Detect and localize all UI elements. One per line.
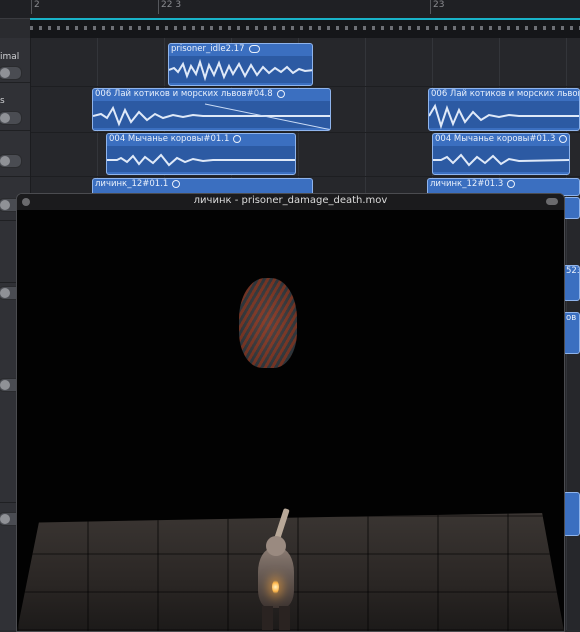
status-circle-icon <box>559 134 568 143</box>
audio-region[interactable]: ов <box>563 312 580 354</box>
dying-creature <box>239 278 297 368</box>
track-header[interactable]: imal <box>0 38 30 83</box>
region-title: 006 Лай котиков и морских львов#04.8 <box>95 89 285 99</box>
audio-region[interactable]: 004 Мычанье коровы#01.1 <box>106 133 296 175</box>
region-title: 006 Лай котиков и морских львов# <box>431 89 580 99</box>
region-title: 004 Мычанье коровы#01.1 <box>109 134 242 144</box>
region-title: 004 Мычанье коровы#01.3 <box>435 134 568 144</box>
ruler-tick: 23 <box>429 0 445 14</box>
region-title: ов <box>566 313 577 323</box>
region-title: 523 <box>566 266 579 276</box>
waveform-graphic <box>433 153 569 167</box>
track-name: imal <box>0 52 20 62</box>
waveform-graphic <box>169 58 312 82</box>
track-name: s <box>0 96 5 106</box>
audio-region[interactable]: 004 Мычанье коровы#01.3 <box>432 133 570 175</box>
character-head <box>266 536 286 556</box>
waveform-graphic <box>93 103 330 130</box>
region-title: личинк_12#01.3 <box>430 179 516 189</box>
track-toggle[interactable] <box>0 154 22 168</box>
track-toggle[interactable] <box>0 111 22 125</box>
waveform-graphic <box>429 103 579 130</box>
region-title: личинк_12#01.1 <box>95 179 181 189</box>
character-legs <box>262 606 290 630</box>
ruler-tick: 2 <box>31 0 40 14</box>
marker-ticks <box>30 26 580 30</box>
region-title: prisoner_idle2.17 <box>171 44 260 54</box>
zoom-icon[interactable] <box>546 198 558 205</box>
status-circle-icon <box>172 179 181 188</box>
lantern-icon <box>272 580 279 594</box>
video-titlebar[interactable]: личинк - prisoner_damage_death.mov <box>17 194 564 210</box>
waveform-graphic <box>107 153 295 167</box>
track-header[interactable]: s <box>0 86 30 131</box>
video-frame[interactable] <box>17 210 564 631</box>
video-title: личинк - prisoner_damage_death.mov <box>193 195 388 206</box>
status-circle-icon <box>233 134 242 143</box>
audio-region[interactable]: 006 Лай котиков и морских львов#04.8 <box>92 88 331 131</box>
lane-divider <box>31 176 580 177</box>
track-toggle[interactable] <box>0 66 22 80</box>
track-header[interactable] <box>0 132 30 177</box>
ruler-tick: 22 3 <box>157 0 182 14</box>
loop-icon <box>248 44 260 53</box>
lane-divider <box>31 86 580 87</box>
audio-region[interactable] <box>563 492 580 536</box>
character-body <box>258 548 294 608</box>
audio-region[interactable] <box>563 197 580 219</box>
status-circle-icon <box>507 179 516 188</box>
video-window[interactable]: личинк - prisoner_damage_death.mov <box>16 193 565 632</box>
status-circle-icon <box>276 89 285 98</box>
player-character <box>252 508 302 631</box>
audio-region[interactable]: 523 <box>563 265 580 301</box>
audio-region[interactable]: prisoner_idle2.17 <box>168 43 313 86</box>
audio-region[interactable]: 006 Лай котиков и морских львов# <box>428 88 580 131</box>
timeline-ruler[interactable]: 2 22 3 23 <box>0 0 580 19</box>
